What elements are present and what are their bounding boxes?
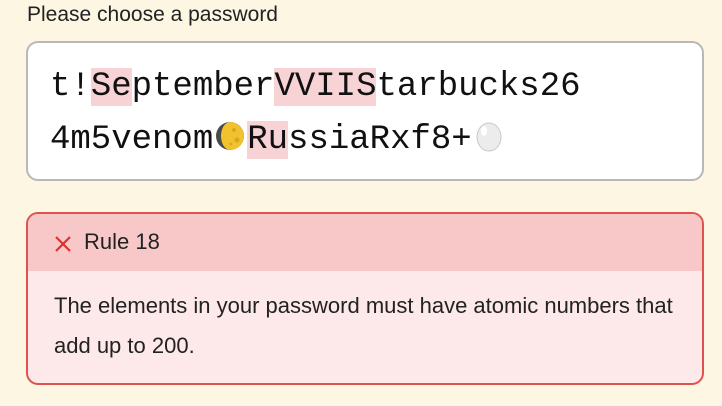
password-segment: 4m5venom [50, 121, 214, 159]
password-segment: tarbucks26 [376, 68, 581, 106]
password-segment-highlighted: VVIIS [274, 68, 377, 106]
close-icon [55, 236, 71, 252]
password-input[interactable]: t!SeptemberVVIIStarbucks26 4m5venom Russ… [26, 41, 704, 181]
password-segment: t! [50, 68, 91, 106]
password-segment-highlighted: Se [90, 68, 132, 106]
password-segment: ssiaRxf8+ [288, 121, 472, 159]
rule-header: Rule 18 [28, 214, 702, 271]
rule-error-box: Rule 18 The elements in your password mu… [26, 212, 704, 385]
password-line-1: t!SeptemberVVIIStarbucks26 [50, 67, 581, 107]
password-segment: ptember [131, 68, 275, 106]
rule-title: Rule 18 [84, 229, 160, 254]
password-prompt-label: Please choose a password [27, 3, 278, 26]
waning-gibbous-moon-icon [216, 122, 245, 150]
password-line-2: 4m5venom RussiaRxf8+ [50, 118, 506, 159]
rule-description: The elements in your password must have … [54, 293, 673, 358]
egg-icon [476, 122, 502, 152]
password-segment-highlighted: Ru [247, 121, 289, 159]
